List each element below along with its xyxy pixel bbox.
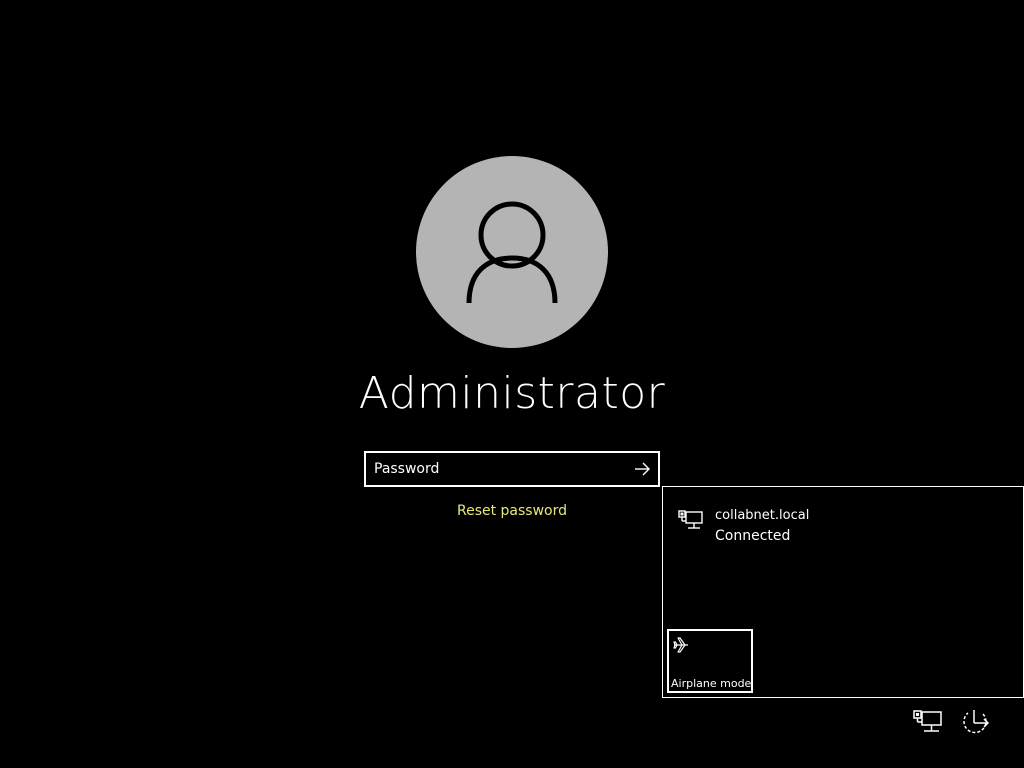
network-name: collabnet.local [715,508,810,523]
tray-network-icon[interactable] [912,708,944,736]
password-input[interactable] [374,453,624,485]
lock-screen: Administrator Reset password collabnet.l… [0,0,1024,768]
airplane-mode-toggle[interactable]: Airplane mode [667,629,753,693]
airplane-mode-label: Airplane mode [671,677,752,690]
reset-password-link[interactable]: Reset password [412,503,612,519]
wired-network-icon [678,510,703,529]
user-avatar [416,156,608,348]
airplane-icon [673,637,688,653]
username-label: Administrator [358,368,666,419]
network-item-collabnet[interactable]: collabnet.local Connected [663,503,1023,551]
power-restart-icon[interactable] [958,706,992,738]
user-silhouette-icon [466,201,558,304]
arrow-right-icon[interactable] [632,459,652,479]
password-field[interactable] [364,451,660,487]
network-flyout: collabnet.local Connected Airplane mode [662,486,1024,698]
network-status: Connected [715,528,791,544]
